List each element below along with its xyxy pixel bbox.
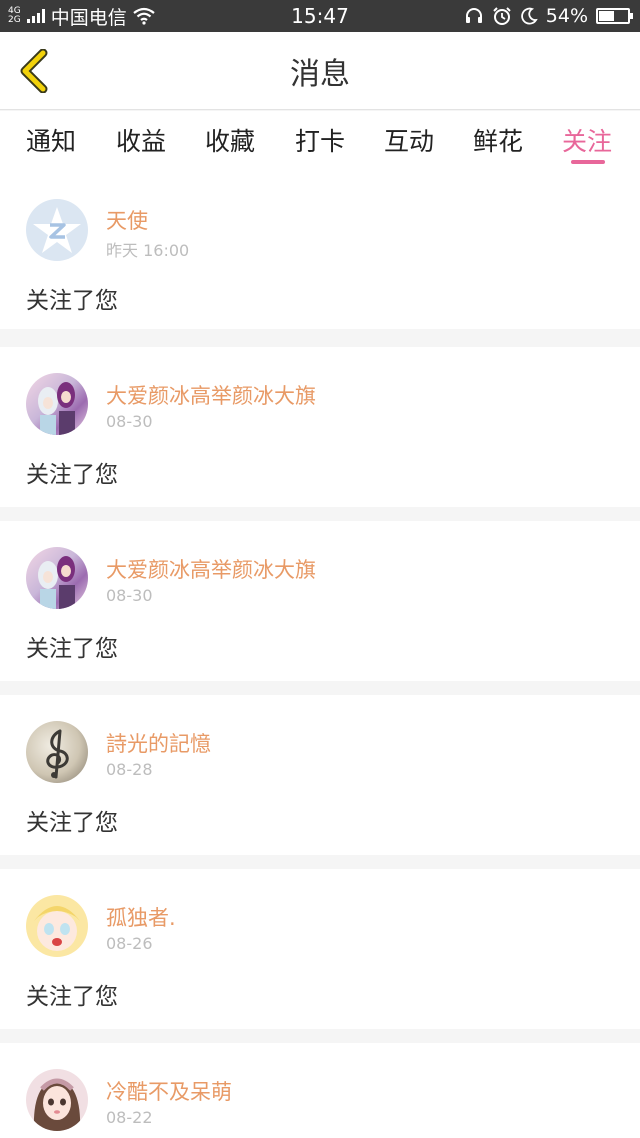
status-bar: 4G 2G 中国电信 15:47 54% <box>0 0 640 32</box>
timestamp: 08-26 <box>106 934 153 953</box>
back-button[interactable] <box>14 48 54 94</box>
qzone-star-avatar[interactable] <box>26 199 88 261</box>
anime-girls-avatar[interactable] <box>26 373 88 435</box>
username[interactable]: 大爱颜冰高举颜冰大旗 <box>106 380 316 410</box>
tab-favorites[interactable]: 收藏 <box>205 111 255 169</box>
headset-icon <box>465 8 482 23</box>
username[interactable]: 大爱颜冰高举颜冰大旗 <box>106 554 316 584</box>
moon-icon <box>520 7 538 25</box>
tab-flowers[interactable]: 鲜花 <box>473 111 523 169</box>
tab-checkin[interactable]: 打卡 <box>295 111 345 169</box>
doll-girl-avatar[interactable] <box>26 1069 88 1131</box>
tab-earnings[interactable]: 收益 <box>116 111 166 169</box>
message-text: 关注了您 <box>26 462 118 488</box>
username[interactable]: 天使 <box>106 205 148 235</box>
tab-bar: 通知 收益 收藏 打卡 互动 鲜花 关注 <box>0 111 640 169</box>
header: 消息 <box>0 32 640 110</box>
list-item[interactable]: 天使 昨天 16:00 关注了您 <box>0 169 640 329</box>
chevron-left-icon <box>20 49 48 93</box>
list-item[interactable]: 詩光的記憶 08-28 关注了您 <box>0 695 640 855</box>
list-item[interactable]: 大爱颜冰高举颜冰大旗 08-30 关注了您 <box>0 521 640 681</box>
tab-interaction[interactable]: 互动 <box>384 111 434 169</box>
timestamp: 08-28 <box>106 760 153 779</box>
battery-percent: 54% <box>545 5 588 27</box>
active-tab-indicator <box>571 160 605 164</box>
list-item[interactable]: 孤独者. 08-26 关注了您 <box>0 869 640 1029</box>
tab-notice[interactable]: 通知 <box>26 111 76 169</box>
message-text: 关注了您 <box>26 810 118 836</box>
crying-girl-avatar[interactable] <box>26 895 88 957</box>
username[interactable]: 冷酷不及呆萌 <box>106 1076 232 1106</box>
treble-clef-avatar[interactable] <box>26 721 88 783</box>
message-text: 关注了您 <box>26 984 118 1010</box>
username[interactable]: 孤独者. <box>106 902 176 932</box>
list-item[interactable]: 大爱颜冰高举颜冰大旗 08-30 关注了您 <box>0 347 640 507</box>
page-title: 消息 <box>290 57 350 92</box>
anime-girls-avatar[interactable] <box>26 547 88 609</box>
timestamp: 08-22 <box>106 1108 153 1127</box>
timestamp: 08-30 <box>106 586 153 605</box>
username[interactable]: 詩光的記憶 <box>106 728 211 758</box>
list-item[interactable]: 冷酷不及呆萌 08-22 <box>0 1043 640 1138</box>
timestamp: 08-30 <box>106 412 153 431</box>
timestamp: 昨天 16:00 <box>106 241 190 260</box>
alarm-icon <box>493 7 511 25</box>
battery-level <box>599 11 615 21</box>
message-text: 关注了您 <box>26 636 118 662</box>
message-text: 关注了您 <box>26 288 118 314</box>
battery-icon <box>596 8 633 24</box>
status-right: 54% <box>464 0 633 32</box>
